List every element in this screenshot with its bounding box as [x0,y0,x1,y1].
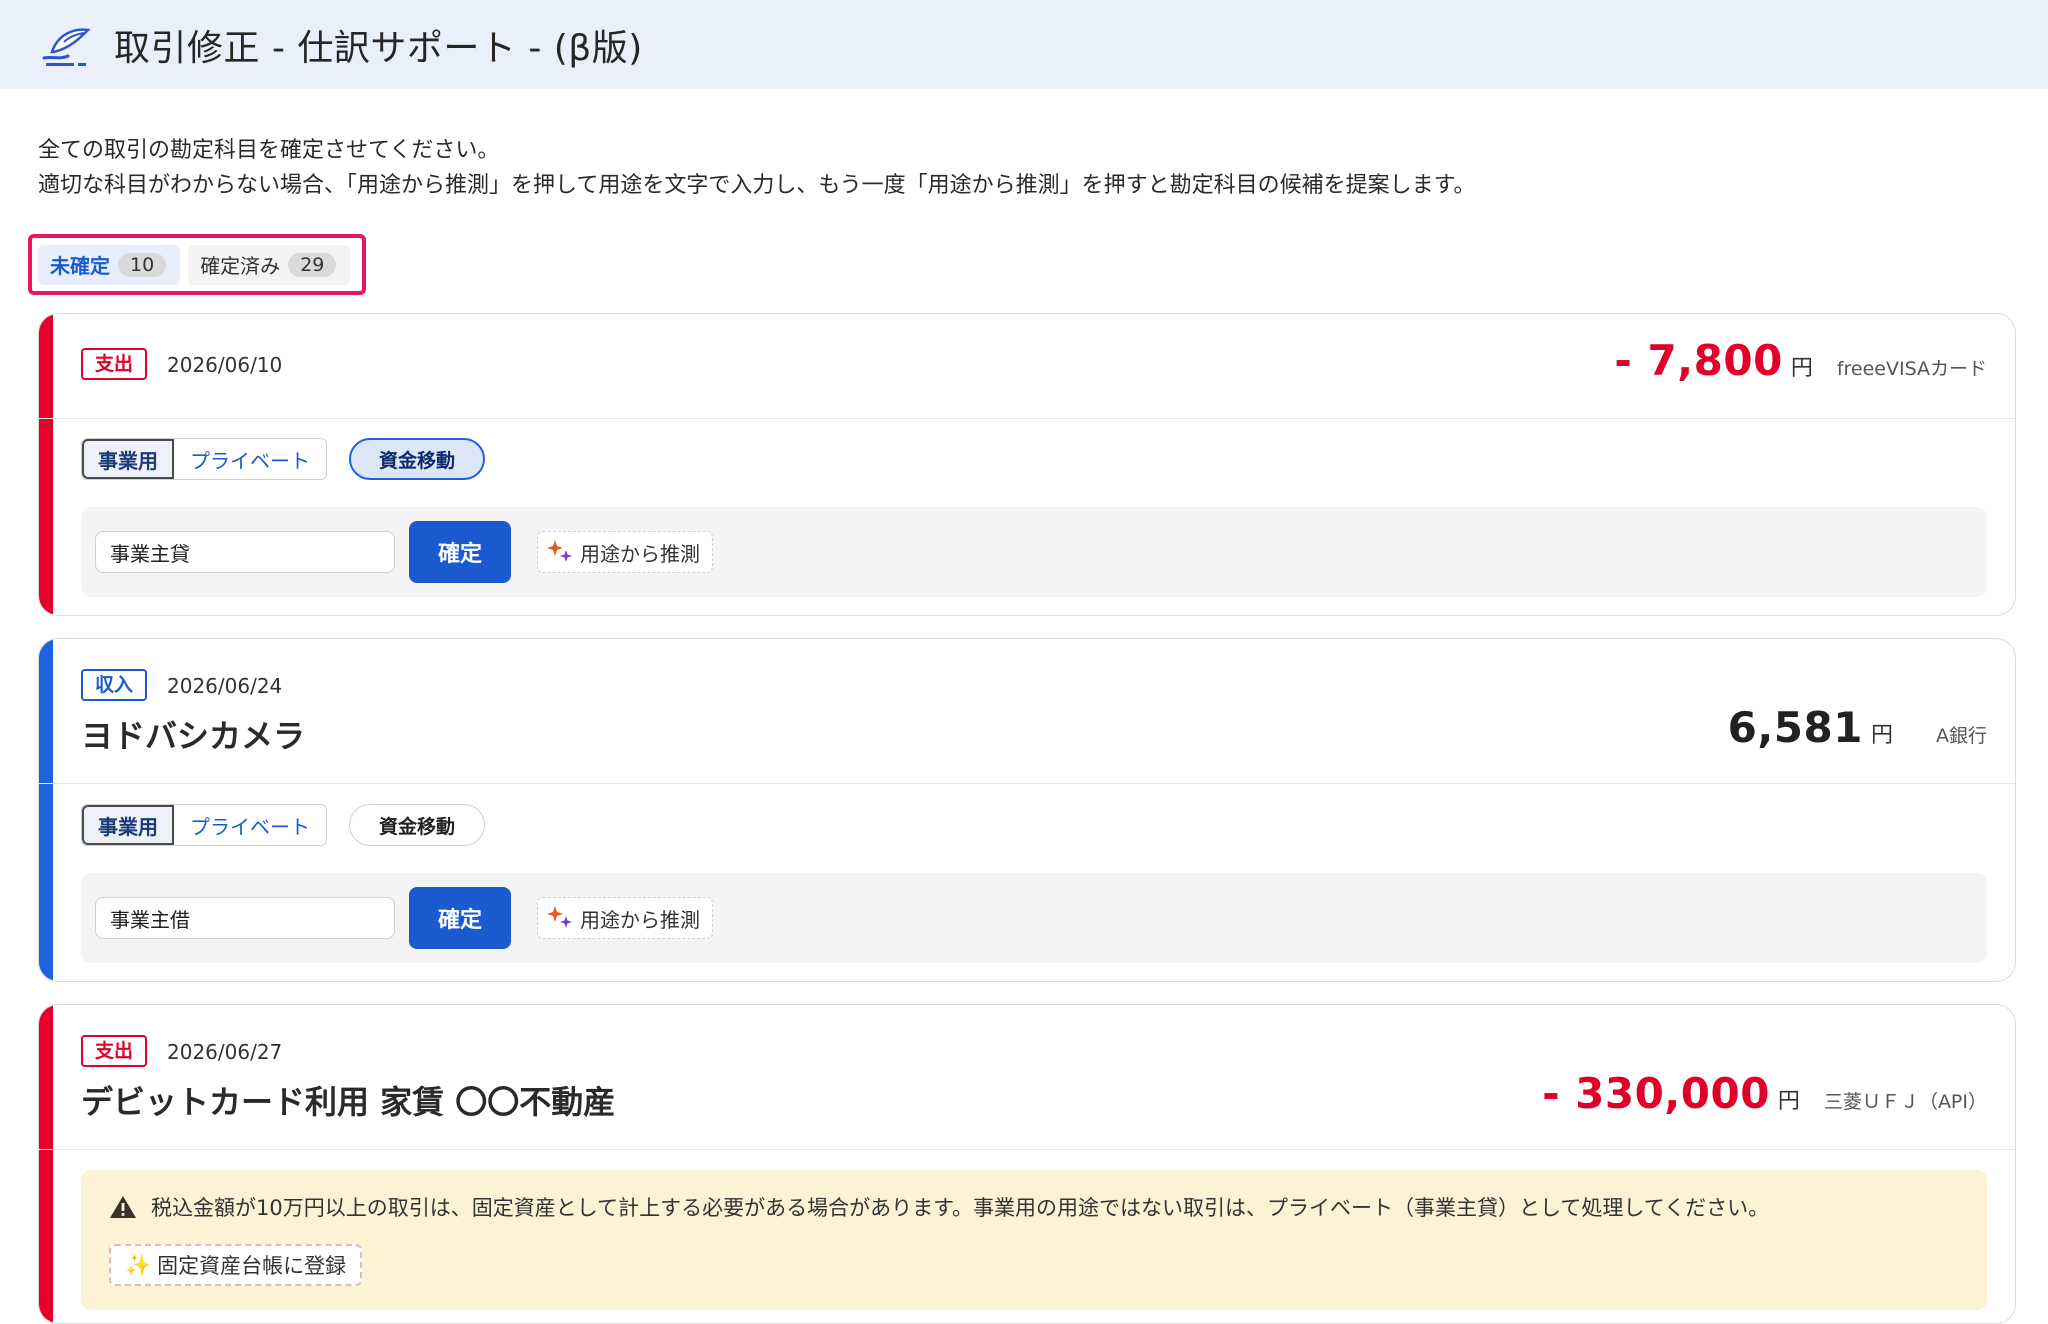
usage-private-option[interactable]: プライベート [174,805,326,845]
vendor-name: デビットカード利用 家賃 〇〇不動産 [81,1083,616,1121]
account-action-area: 確定 用途から推測 [81,873,1987,963]
fund-transfer-button[interactable]: 資金移動 [349,804,485,846]
payment-account: freeeVISAカード [1836,358,1987,380]
transaction-card: 支出 2026/06/10 - 7,800 円 freeeVISAカード 事業用… [38,313,2016,616]
usage-segment: 事業用 プライベート [81,438,327,480]
vendor-name: ヨドバシカメラ [81,717,306,755]
instruction-line-2: 適切な科目がわからない場合、「用途から推測」を押して用途を文字で入力し、もう一度… [38,173,1476,198]
tab-confirmed-label: 確定済み [200,254,281,278]
account-field[interactable] [95,897,395,939]
currency: 円 [1790,356,1813,381]
card-header: 収入 2026/06/24 ヨドバシカメラ 6,581 円 A銀行 [81,639,1987,783]
amount-block: 6,581 円 A銀行 [1728,703,1987,752]
instructions: 全ての取引の勘定科目を確定させてください。 適切な科目がわからない場合、「用途か… [38,133,1476,203]
tab-unconfirmed-count: 10 [118,252,167,277]
usage-segment: 事業用 プライベート [81,804,327,846]
transaction-card: 支出 2026/06/27 デビットカード利用 家賃 〇〇不動産 - 330,0… [38,1004,2016,1324]
instruction-line-1: 全ての取引の勘定科目を確定させてください。 [38,138,500,163]
warning-text: 税込金額が10万円以上の取引は、固定資産として計上する必要がある場合があります。… [151,1196,1770,1220]
guess-label: 用途から推測 [580,541,700,566]
guess-from-usage-button[interactable]: 用途から推測 [537,897,713,939]
tab-confirmed[interactable]: 確定済み 29 [188,244,351,285]
account-field[interactable] [95,531,395,573]
guess-label: 用途から推測 [580,907,700,932]
sparkle-icon [547,906,572,928]
card-header: 支出 2026/06/10 - 7,800 円 freeeVISAカード [81,314,1987,418]
tab-confirmed-count: 29 [288,252,337,277]
payment-account: 三菱ＵＦＪ（API） [1823,1091,1987,1113]
warning-box: 税込金額が10万円以上の取引は、固定資産として計上する必要がある場合があります。… [81,1170,1987,1310]
fund-transfer-button[interactable]: 資金移動 [349,438,485,480]
usage-business-option[interactable]: 事業用 [82,805,174,845]
usage-business-option[interactable]: 事業用 [82,439,174,479]
page-title: 取引修正 - 仕訳サポート - (β版) [114,27,643,69]
account-action-area: 確定 用途から推測 [81,507,1987,597]
transaction-date: 2026/06/24 [167,674,283,698]
status-tabs: 未確定 10 確定済み 29 [28,234,366,295]
sparkle-icon: ✨ [125,1252,152,1277]
type-badge: 支出 [81,348,148,380]
divider [39,418,2015,419]
transaction-date: 2026/06/27 [167,1040,283,1064]
divider [39,783,2015,784]
currency: 円 [1870,723,1893,748]
transaction-date: 2026/06/10 [167,353,283,377]
amount-block: - 7,800 円 freeeVISAカード [1614,336,1987,385]
register-fixed-asset-label: 固定資産台帳に登録 [157,1254,347,1278]
warning-icon [110,1196,136,1218]
currency: 円 [1777,1089,1800,1114]
guess-from-usage-button[interactable]: 用途から推測 [537,531,713,573]
amount: 6,581 [1727,703,1863,752]
sparkle-icon [547,540,572,562]
amount-block: - 330,000 円 三菱ＵＦＪ（API） [1542,1069,1987,1118]
confirm-button[interactable]: 確定 [409,887,511,949]
payment-account: A銀行 [1936,725,1987,747]
type-badge: 支出 [81,1035,148,1067]
amount: - 7,800 [1614,336,1783,385]
transaction-card: 収入 2026/06/24 ヨドバシカメラ 6,581 円 A銀行 事業用 プラ… [38,638,2016,982]
tab-unconfirmed-label: 未確定 [50,254,110,278]
type-badge: 収入 [81,669,148,701]
register-fixed-asset-button[interactable]: ✨ 固定資産台帳に登録 [109,1244,363,1286]
amount: - 330,000 [1542,1069,1770,1118]
usage-private-option[interactable]: プライベート [174,439,326,479]
divider [39,1149,2015,1150]
card-header: 支出 2026/06/27 デビットカード利用 家賃 〇〇不動産 - 330,0… [81,1005,1987,1149]
freee-logo-icon [42,27,91,66]
warning-message: 税込金額が10万円以上の取引は、固定資産として計上する必要がある場合があります。… [109,1192,1769,1222]
confirm-button[interactable]: 確定 [409,521,511,583]
app-header: 取引修正 - 仕訳サポート - (β版) [0,0,2048,89]
tab-unconfirmed[interactable]: 未確定 10 [38,244,181,285]
